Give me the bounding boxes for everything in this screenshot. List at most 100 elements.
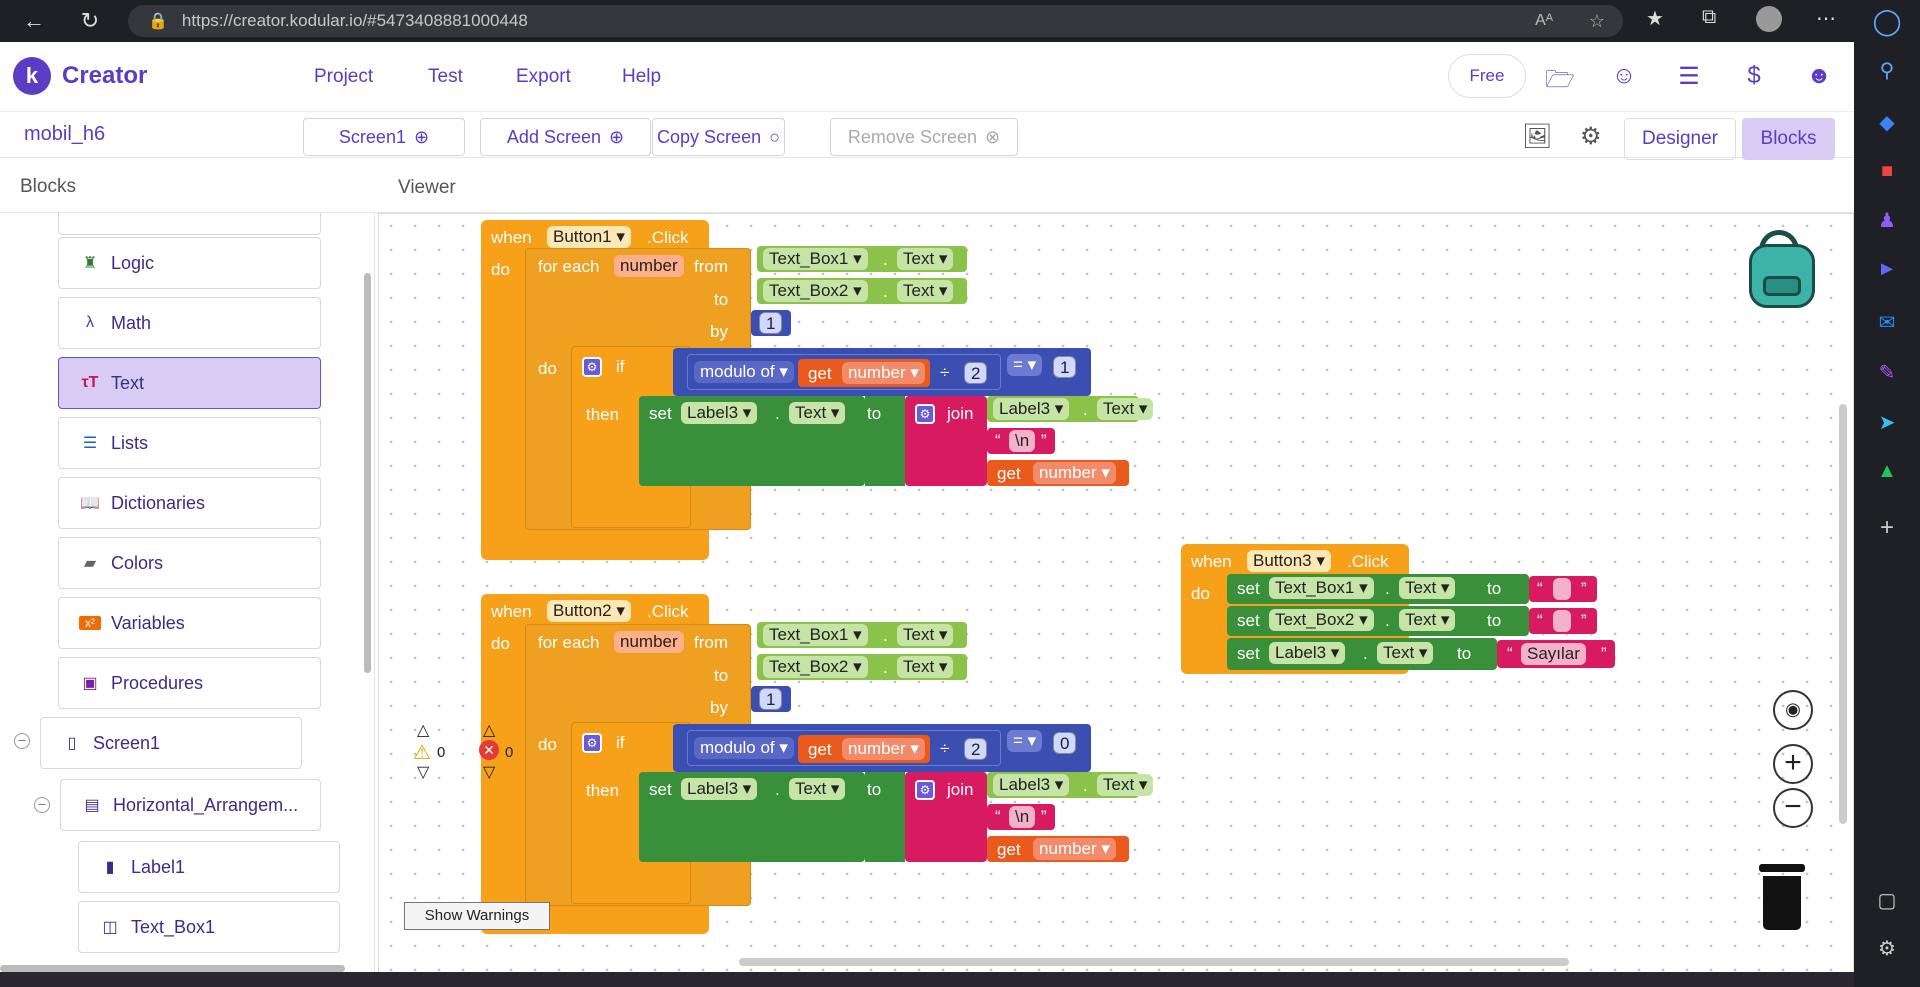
textbox2-text-getter[interactable]: Text_Box2 ▾ . Text ▾ (757, 278, 967, 304)
tree-item-screen1[interactable]: ▯ Screen1 (40, 717, 302, 769)
get-variable-block[interactable]: get number ▾ (987, 460, 1129, 486)
read-aloud-icon[interactable]: Aᴬ (1535, 12, 1553, 30)
text-value[interactable]: \n (1009, 806, 1036, 828)
block-category-lists[interactable]: ☰ Lists (58, 417, 321, 469)
block-category-variables[interactable]: x² Variables (58, 597, 321, 649)
remove-screen-button[interactable]: Remove Screen ⊗ (830, 118, 1018, 156)
number-value[interactable]: 1 (759, 312, 783, 334)
divisor-value[interactable]: 2 (964, 738, 988, 760)
set-label3-block-3[interactable]: set Label3 ▾ . Text ▾ to (1227, 638, 1497, 670)
collapse-screen1-icon[interactable]: − (14, 733, 30, 749)
text-newline-block[interactable]: “ \n ” (987, 428, 1055, 454)
menu-test[interactable]: Test (428, 66, 463, 88)
app-name[interactable]: Creator (62, 62, 147, 90)
copy-screen-button[interactable]: Copy Screen ○ (652, 118, 785, 156)
tree-item-horizontal-arrangement[interactable]: ▤ Horizontal_Arrangem... (60, 779, 321, 831)
settings-icon[interactable]: ⚙ (1854, 936, 1920, 961)
property-dropdown[interactable]: Text ▾ (1399, 577, 1456, 599)
loop-variable[interactable]: number (614, 255, 684, 277)
warning-down-arrow-icon[interactable]: ▽ (417, 762, 429, 782)
show-warnings-button[interactable]: Show Warnings (404, 902, 550, 930)
dollar-icon[interactable]: $ (1739, 62, 1769, 92)
text-newline-block[interactable]: “ \n ” (987, 804, 1055, 830)
property-dropdown[interactable]: Text ▾ (1377, 642, 1434, 664)
tools-icon[interactable]: ■ (1854, 160, 1920, 183)
folder-icon[interactable]: 🗁 (1545, 62, 1575, 93)
block-category-colors[interactable]: ▰ Colors (58, 537, 321, 589)
property-dropdown[interactable]: Text ▾ (1097, 398, 1154, 420)
get-variable-block[interactable]: get number ▾ (798, 735, 930, 763)
docs-icon[interactable]: ☰ (1674, 62, 1704, 92)
compare-op-dropdown[interactable]: = ▾ (1007, 354, 1043, 376)
text-value[interactable]: \n (1009, 430, 1036, 452)
palette-icon[interactable]: ☺ (1609, 62, 1639, 92)
math-op-dropdown[interactable]: modulo of ▾ (694, 737, 794, 759)
backpack-icon[interactable] (1745, 230, 1823, 310)
mutator-gear-icon[interactable]: ⚙ (915, 404, 935, 424)
component-dropdown[interactable]: Label3 ▾ (993, 398, 1070, 420)
zoom-in-icon[interactable]: + (1773, 744, 1813, 784)
property-dropdown[interactable]: Text ▾ (789, 402, 846, 424)
textbox2-text-getter[interactable]: Text_Box2 ▾ . Text ▾ (757, 654, 967, 680)
text-empty-block-1[interactable]: “ ” (1529, 576, 1597, 602)
shopping-icon[interactable]: ◆ (1854, 110, 1920, 135)
refresh-icon[interactable]: ↻ (68, 8, 112, 34)
variable-dropdown[interactable]: number ▾ (842, 362, 925, 384)
variable-dropdown[interactable]: number ▾ (1033, 838, 1116, 860)
property-dropdown[interactable]: Text ▾ (897, 248, 954, 270)
back-icon[interactable]: ← (12, 8, 56, 34)
modulo-block[interactable]: modulo of ▾ get number ▾ ÷ 2 (687, 354, 1001, 390)
compare-op-dropdown[interactable]: = ▾ (1007, 730, 1043, 752)
property-dropdown[interactable]: Text ▾ (897, 624, 954, 646)
set-textbox1-block[interactable]: set Text_Box1 ▾ . Text ▾ to (1227, 574, 1529, 604)
screen-select[interactable]: Screen1 ⊕ (303, 118, 465, 156)
component-dropdown[interactable]: Label3 ▾ (1269, 642, 1346, 664)
variable-dropdown[interactable]: number ▾ (1033, 462, 1116, 484)
label3-text-getter[interactable]: Label3 ▾ . Text ▾ (987, 772, 1154, 798)
text-empty-block-2[interactable]: “ ” (1529, 608, 1597, 634)
blocks-workspace[interactable]: when Button1 ▾ .Click do for each number… (378, 213, 1854, 973)
warning-up-arrow-icon[interactable]: △ (417, 720, 429, 740)
get-variable-block[interactable]: get number ▾ (798, 359, 930, 387)
block-category-partial[interactable] (58, 213, 321, 235)
favorite-add-icon[interactable]: ☆ (1589, 11, 1605, 32)
copilot-icon[interactable]: ► (1854, 258, 1920, 281)
plan-button[interactable]: Free (1448, 54, 1526, 98)
compare-block-2[interactable]: modulo of ▾ get number ▾ ÷ 2 = ▾ 0 (673, 724, 1091, 772)
account-icon[interactable]: ☻ (1804, 62, 1834, 92)
error-down-arrow-icon[interactable]: ▽ (483, 762, 495, 782)
component-dropdown[interactable]: Text_Box1 ▾ (1269, 577, 1374, 599)
telegram-icon[interactable]: ➤ (1854, 410, 1920, 435)
games-icon[interactable]: ♟ (1854, 208, 1920, 233)
component-dropdown[interactable]: Label3 ▾ (681, 778, 758, 800)
tree-item-textbox1[interactable]: ◫ Text_Box1 (78, 901, 340, 953)
component-dropdown[interactable]: Text_Box1 ▾ (763, 248, 868, 270)
search-icon[interactable]: ⚲ (1854, 58, 1920, 83)
image-icon[interactable]: 🖼 (1522, 122, 1552, 151)
gear-icon[interactable]: ⚙ (1580, 122, 1602, 151)
outlook-icon[interactable]: ✉ (1854, 310, 1920, 335)
workspace-horizontal-scrollbar[interactable] (739, 958, 1569, 966)
loop-variable[interactable]: number (614, 631, 684, 653)
block-category-procedures[interactable]: ▣ Procedures (58, 657, 321, 709)
add-icon[interactable]: + (1854, 514, 1920, 542)
by-number-block[interactable]: 1 (751, 310, 791, 336)
panel-vertical-scrollbar[interactable] (364, 273, 371, 673)
textbox1-text-getter[interactable]: Text_Box1 ▾ . Text ▾ (757, 246, 967, 272)
remainder-value[interactable]: 0 (1053, 732, 1077, 754)
text-value[interactable] (1553, 610, 1571, 632)
workspace-vertical-scrollbar[interactable] (1839, 404, 1847, 824)
textbox1-text-getter[interactable]: Text_Box1 ▾ . Text ▾ (757, 622, 967, 648)
by-number-block[interactable]: 1 (751, 686, 791, 712)
property-dropdown[interactable]: Text ▾ (897, 656, 954, 678)
component-dropdown[interactable]: Label3 ▾ (681, 402, 758, 424)
text-value[interactable] (1553, 578, 1571, 600)
divisor-value[interactable]: 2 (964, 362, 988, 384)
tree-item-label1[interactable]: ▮ Label1 (78, 841, 340, 893)
property-dropdown[interactable]: Text ▾ (897, 280, 954, 302)
property-dropdown[interactable]: Text ▾ (1399, 609, 1456, 631)
component-dropdown[interactable]: Button2 ▾ (547, 600, 631, 622)
component-dropdown[interactable]: Text_Box2 ▾ (763, 656, 868, 678)
url-text[interactable]: https://creator.kodular.io/#547340888100… (182, 11, 528, 31)
block-category-logic[interactable]: ♜ Logic (58, 237, 321, 289)
